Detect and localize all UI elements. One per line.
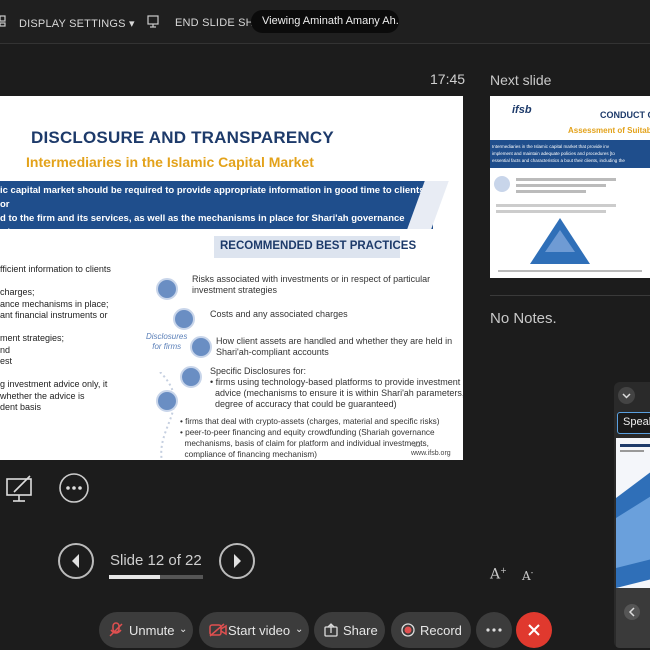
slide-counter: Slide 12 of 22	[110, 552, 202, 569]
record-label: Record	[420, 623, 462, 638]
top-toolbar: DISPLAY SETTINGS ▾ END SLIDE SHOW Viewin…	[0, 0, 650, 44]
practice-item-assets: How client assets are handled and whethe…	[216, 336, 453, 357]
panel-divider	[490, 295, 650, 296]
grid-icon[interactable]	[0, 14, 14, 28]
collapse-speaker-button[interactable]	[618, 387, 635, 404]
increase-font-label: A	[490, 566, 501, 583]
next-slide-button[interactable]	[219, 543, 255, 579]
risk-circle-icon	[156, 278, 178, 300]
slide-url: www.ifsb.org	[411, 450, 451, 457]
end-slideshow-icon[interactable]	[147, 14, 161, 28]
next-slide-banner: Intermediaries in the Islamic capital ma…	[490, 140, 650, 168]
slide-title: DISCLOSURE AND TRANSPARENCY	[31, 128, 334, 147]
presentation-timer: 17:45	[430, 71, 466, 87]
unmute-label: Unmute	[129, 623, 175, 638]
speaker-shared-content	[616, 438, 650, 588]
speaker-control-strip	[616, 588, 650, 648]
assets-circle-icon	[190, 336, 212, 358]
crypto-circle-icon	[156, 390, 178, 412]
share-icon	[324, 623, 338, 637]
annotate-pen-icon[interactable]	[4, 472, 36, 504]
speaker-notes: No Notes.	[490, 310, 557, 327]
start-video-button[interactable]: Start video ⌄	[199, 612, 309, 648]
next-slide-logo: ifsb	[512, 104, 532, 116]
webex-presenter-view: DISPLAY SETTINGS ▾ END SLIDE SHOW Viewin…	[0, 0, 650, 650]
speaker-panel: Speak	[614, 382, 650, 648]
share-button[interactable]: Share	[314, 612, 385, 648]
slide-banner: ic capital market should be required to …	[0, 181, 433, 252]
start-video-label: Start video	[228, 623, 291, 638]
more-options-icon[interactable]	[58, 472, 90, 504]
next-slide-thumbnail[interactable]: ifsb CONDUCT O Assessment of Suitab Inte…	[490, 96, 650, 278]
recommended-practices-header: RECOMMENDED BEST PRACTICES	[214, 236, 416, 258]
next-slide-body-graphic	[494, 176, 642, 272]
speaker-prev-icon[interactable]	[616, 588, 650, 648]
viewing-indicator: Viewing Aminath Amany Ah...	[251, 10, 399, 33]
practice-item-costs: Costs and any associated charges	[210, 309, 348, 319]
close-icon	[528, 624, 540, 636]
speaker-video-thumbnail	[616, 438, 650, 588]
chevron-left-icon	[72, 554, 79, 568]
next-slide-subtitle: Assessment of Suitab	[568, 126, 650, 135]
ellipsis-icon	[486, 628, 502, 632]
slide-left-column-text: fficient information to clients charges;…	[0, 264, 111, 412]
muted-microphone-icon	[109, 622, 123, 637]
record-button[interactable]: Record	[391, 612, 471, 648]
practice-item-specific: Specific Disclosures for: • firms using …	[210, 366, 463, 409]
video-off-icon	[209, 623, 227, 637]
slide-progress-fill	[109, 575, 161, 579]
decrease-font-button[interactable]: A-	[522, 568, 533, 583]
current-slide: DISCLOSURE AND TRANSPARENCY Intermediari…	[0, 96, 463, 460]
disclosure-circle-icon	[180, 366, 202, 388]
next-slide-label: Next slide	[490, 72, 552, 88]
video-chevron-icon[interactable]: ⌄	[295, 624, 303, 635]
cost-circle-icon	[173, 308, 195, 330]
decrease-font-label: A	[522, 569, 531, 583]
increase-font-button[interactable]: A+	[490, 566, 507, 583]
slide-page-number: 12	[413, 442, 421, 449]
next-slide-title: CONDUCT O	[600, 110, 650, 120]
slide-progress-bar	[109, 575, 203, 579]
leave-meeting-button[interactable]	[516, 612, 552, 648]
disclosures-label: Disclosures for firms	[146, 332, 188, 351]
slide-subtitle: Intermediaries in the Islamic Capital Ma…	[26, 154, 314, 170]
practice-item-risks: Risks associated with investments or in …	[192, 274, 431, 295]
speaker-tab[interactable]: Speak	[617, 412, 650, 434]
unmute-button[interactable]: Unmute ⌄	[99, 612, 193, 648]
unmute-chevron-icon[interactable]: ⌄	[179, 624, 187, 635]
practice-item-crypto: • firms that deal with crypto-assets (ch…	[180, 417, 440, 459]
previous-slide-button[interactable]	[58, 543, 94, 579]
more-button[interactable]	[476, 612, 512, 648]
chevron-right-icon	[234, 554, 241, 568]
display-settings-button[interactable]: DISPLAY SETTINGS ▾	[19, 17, 135, 30]
record-icon	[401, 623, 415, 637]
chevron-down-icon	[622, 393, 631, 399]
share-label: Share	[343, 623, 378, 638]
